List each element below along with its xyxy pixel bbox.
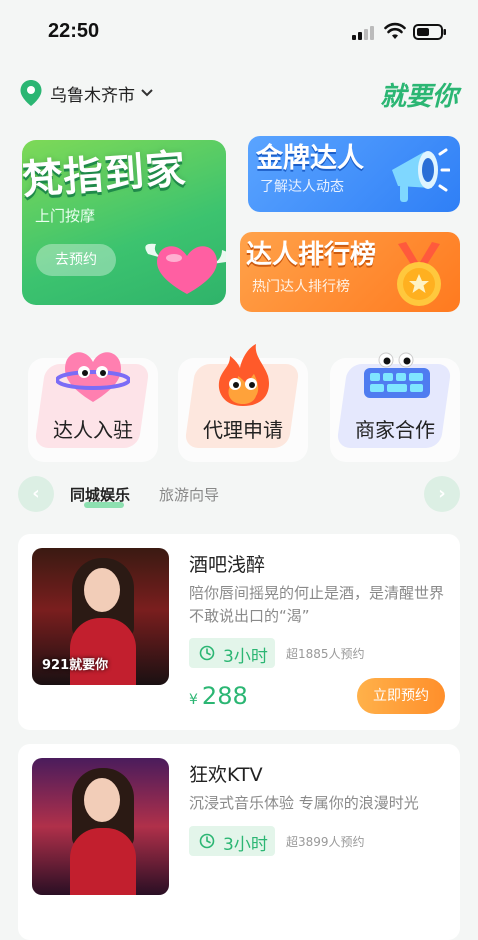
banner-main-title: 梵指到家 (22, 146, 188, 204)
chevron-left-icon: ‹ (32, 483, 40, 504)
battery-icon (413, 24, 446, 40)
booked-count: 超1885人预约 (286, 647, 365, 661)
product-thumbnail (32, 758, 169, 895)
status-bar: 22:50 (0, 0, 478, 60)
tab-local-entertainment[interactable]: 同城娱乐 (70, 484, 131, 508)
feature-expert-join[interactable]: 达人入驻 (28, 352, 158, 462)
product-card[interactable]: 狂欢KTV 沉浸式音乐体验 专属你的浪漫时光 3小时 超3899人预约 (18, 744, 460, 940)
thumb-figure-dress (70, 828, 136, 895)
product-price: ¥288 (189, 682, 248, 710)
price-currency: ¥ (189, 692, 198, 708)
feature-agent-apply[interactable]: 代理申请 (178, 344, 308, 462)
product-title: 狂欢KTV (189, 764, 263, 786)
banner-gold-expert[interactable]: 金牌达人 了解达人动态 (248, 136, 460, 212)
feature-label: 达人入驻 (53, 418, 133, 442)
feature-merchant-cooperation[interactable]: 商家合作 (330, 352, 460, 462)
banner-home-massage[interactable]: 梵指到家 上门按摩 去预约 (22, 140, 226, 305)
product-description: 陪你唇间摇晃的何止是酒，是清醒世界不敢说出口的“渴” (189, 584, 445, 625)
tab-label: 同城娱乐 (70, 486, 131, 504)
chevron-right-icon: › (438, 483, 446, 504)
keyboard-icon (364, 352, 430, 398)
tab-prev-button[interactable]: ‹ (18, 476, 54, 512)
winged-heart-icon (145, 243, 226, 294)
megaphone-icon (392, 148, 450, 202)
duration-text: 3小时 (223, 835, 268, 855)
feature-label: 商家合作 (355, 418, 435, 442)
thumb-figure-face (84, 778, 120, 822)
banner-main-subtitle: 上门按摩 (35, 207, 96, 225)
product-title: 酒吧浅醉 (189, 554, 266, 576)
location-selector[interactable]: 乌鲁木齐市 (20, 80, 153, 106)
status-time: 22:50 (48, 20, 100, 42)
clock-icon (199, 833, 215, 849)
book-now-button[interactable]: 去预约 (36, 244, 116, 276)
medal-icon (397, 242, 441, 306)
duration-badge: 3小时 (189, 826, 275, 856)
clock-icon (199, 645, 215, 661)
city-name: 乌鲁木齐市 (50, 85, 135, 106)
banner-rank-title: 达人排行榜 (246, 240, 377, 270)
app-slogan: 就要你 (379, 82, 458, 112)
duration-badge: 3小时 (189, 638, 275, 668)
feature-label: 代理申请 (203, 418, 283, 442)
banner-gold-subtitle: 了解达人动态 (260, 179, 344, 195)
product-description: 沉浸式音乐体验 专属你的浪漫时光 (189, 794, 419, 812)
duration-text: 3小时 (223, 647, 268, 667)
thumb-caption: 921就要你 (42, 658, 109, 673)
thumb-figure-face (84, 568, 120, 612)
price-value: 288 (201, 682, 248, 710)
banner-expert-ranking[interactable]: 达人排行榜 热门达人排行榜 (240, 232, 460, 312)
cellular-signal-icon (352, 26, 374, 40)
heart-planet-icon (56, 352, 130, 402)
book-now-button[interactable]: 立即预约 (357, 678, 445, 714)
location-pin-icon (20, 80, 42, 106)
tab-next-button[interactable]: › (424, 476, 460, 512)
thumb-figure-dress (70, 618, 136, 685)
banner-gold-title: 金牌达人 (256, 143, 364, 174)
wifi-icon (384, 22, 406, 39)
booked-count: 超3899人预约 (286, 835, 365, 849)
tab-travel-guide[interactable]: 旅游向导 (159, 484, 219, 505)
product-card[interactable]: 921就要你 酒吧浅醉 陪你唇间摇晃的何止是酒，是清醒世界不敢说出口的“渴” 3… (18, 534, 460, 730)
flame-icon (218, 344, 269, 406)
chevron-down-icon (141, 89, 153, 97)
product-thumbnail: 921就要你 (32, 548, 169, 685)
tab-label: 旅游向导 (159, 486, 220, 504)
banner-rank-subtitle: 热门达人排行榜 (252, 279, 350, 295)
